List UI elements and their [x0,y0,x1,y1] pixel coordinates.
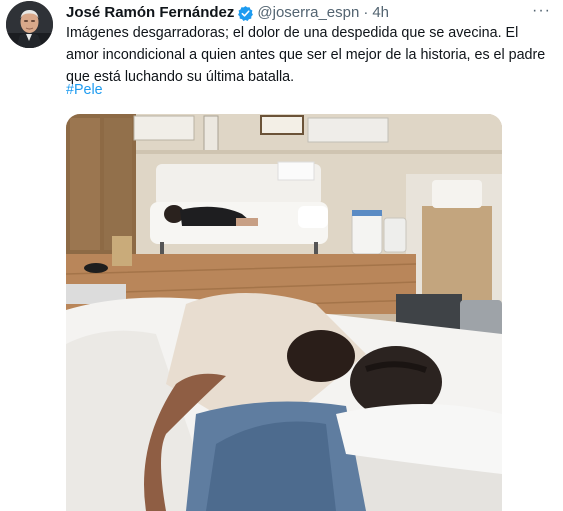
verified-badge-icon [237,5,254,22]
separator-dot: · [363,4,369,21]
hashtag-link[interactable]: #Pele [66,79,103,101]
tweet-text: Imágenes desgarradoras; el dolor de una … [66,25,546,85]
author-handle[interactable]: @joserra_espn [257,3,359,23]
tweet-photo[interactable] [66,114,502,511]
author-name[interactable]: José Ramón Fernández [66,3,234,23]
tweet-header: José Ramón Fernández @joserra_espn · 4h … [66,3,551,23]
more-options-icon[interactable]: ··· [532,3,551,19]
hospital-room-image [66,114,502,511]
tweet-timestamp[interactable]: 4h [372,3,389,23]
author-avatar[interactable] [6,1,53,48]
